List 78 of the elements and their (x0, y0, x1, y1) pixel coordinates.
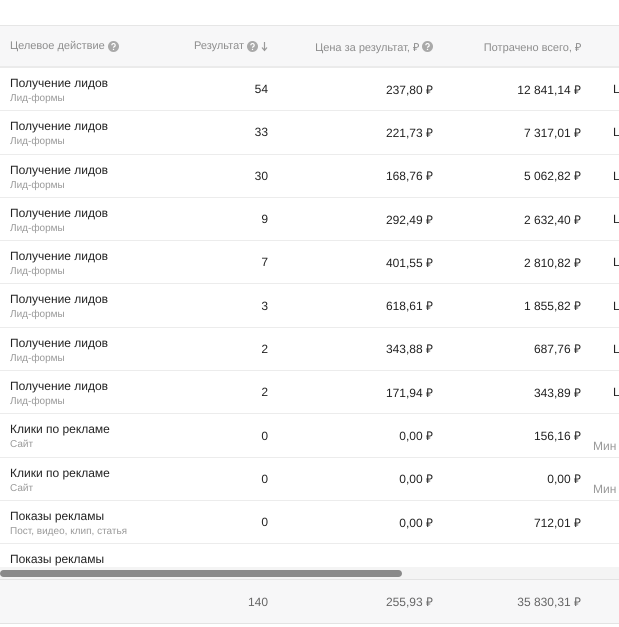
scrollbar-thumb[interactable] (0, 570, 402, 576)
result-cell: 9 (261, 212, 268, 226)
result-cell: 7 (261, 255, 268, 270)
price-cell-text: 618,61 ₽ (386, 298, 433, 314)
result-cell: 0 (261, 472, 268, 486)
action-detail: Лид-формы (10, 396, 66, 408)
price-cell-text: 171,94 ₽ (386, 384, 433, 401)
action-name: Получение лидов (10, 206, 110, 220)
table-cell: L (613, 298, 619, 313)
action-name: Получение лидов (10, 162, 110, 177)
help-icon[interactable] (108, 40, 119, 52)
help-icon[interactable] (422, 40, 433, 52)
action-name: Клики по рекламе (10, 422, 111, 436)
action-detail: Лид-формы (10, 266, 66, 278)
result-cell: 30 (254, 168, 268, 183)
action-detail: Лид-формы (10, 180, 66, 191)
action-name: Получение лидов (10, 292, 110, 306)
sort-arrow-icon[interactable] (261, 40, 268, 52)
price-cell-text: 221,73 ₽ (386, 124, 433, 141)
total-result: 140 (248, 594, 268, 608)
price-cell-text: 0,00 ₽ (399, 428, 433, 444)
spent-cell-text: 1 855,82 ₽ (524, 298, 581, 314)
table-cell: L (613, 125, 619, 140)
action-detail: Лид-формы (10, 93, 66, 104)
action-name: Получение лидов (10, 76, 110, 90)
spent-cell-text: 343,89 ₽ (534, 384, 581, 401)
column-header[interactable]: Потрачено всего, ₽ (445, 26, 593, 66)
action-detail: Пост, видео, клип, статья (10, 526, 128, 537)
action-detail: Лид-формы (10, 309, 66, 320)
spent-cell-text: 712,01 ₽ (534, 514, 581, 531)
table-cell: L (613, 385, 619, 400)
table-cell: L (613, 168, 619, 183)
spent-cell-text: 687,76 ₽ (534, 341, 581, 358)
price-cell-text: 237,80 ₽ (386, 82, 433, 98)
result-cell: 3 (261, 298, 268, 313)
spent-cell-text: 12 841,14 ₽ (517, 82, 581, 98)
spent-cell-text: 7 317,01 ₽ (524, 124, 581, 141)
action-detail: Лид-формы (10, 136, 66, 148)
action-detail: Лид-формы (10, 222, 66, 234)
spent-cell-text: 0,00 ₽ (547, 471, 581, 488)
spent-cell-text: 2 810,82 ₽ (524, 254, 581, 271)
price-cell-text: 401,55 ₽ (386, 254, 433, 271)
spent-cell-text: 2 632,40 ₽ (524, 212, 581, 228)
result-cell: 0 (261, 428, 268, 443)
result-cell: 0 (261, 515, 268, 530)
column-header[interactable]: Цена за результат, ₽ (280, 26, 445, 66)
action-name: Показы рекламы (10, 508, 106, 523)
help-icon[interactable] (247, 40, 258, 52)
action-name: Получение лидов (10, 249, 110, 264)
action-name: Получение лидов (10, 336, 110, 350)
action-name: Получение лидов (10, 119, 110, 134)
action-name: Показы рекламы (10, 552, 106, 566)
table-cell: L (613, 82, 619, 96)
table-cell: L (613, 212, 619, 226)
table-cell: L (613, 342, 619, 356)
action-detail: Сайт (10, 482, 34, 494)
column-header[interactable]: Результат (170, 26, 280, 66)
spent-cell-text: 5 062,82 ₽ (524, 168, 581, 184)
action-name: Клики по рекламе (10, 466, 111, 480)
action-detail: Лид-формы (10, 352, 66, 364)
result-cell: 2 (261, 342, 268, 356)
price-cell-text: 343,88 ₽ (386, 341, 433, 358)
price-cell-text: 0,00 ₽ (399, 514, 433, 531)
price-cell-text: 168,76 ₽ (386, 168, 433, 184)
column-header[interactable]: Целевое действие (0, 26, 170, 66)
price-cell-text: 0,00 ₽ (399, 471, 433, 488)
table-cell: Мин (593, 482, 616, 496)
action-detail: Сайт (10, 439, 34, 450)
price-cell-text: 292,49 ₽ (386, 212, 433, 228)
action-name: Получение лидов (10, 379, 110, 394)
result-cell: 33 (254, 125, 268, 140)
total-spent: 35 830,31 ₽ (517, 594, 581, 610)
result-cell: 2 (261, 385, 268, 400)
result-cell: 54 (254, 82, 268, 96)
spent-cell-text: 156,16 ₽ (534, 428, 581, 444)
total-price: 255,93 ₽ (386, 594, 433, 610)
table-cell: Мин (593, 438, 616, 453)
table-cell: L (613, 255, 619, 270)
